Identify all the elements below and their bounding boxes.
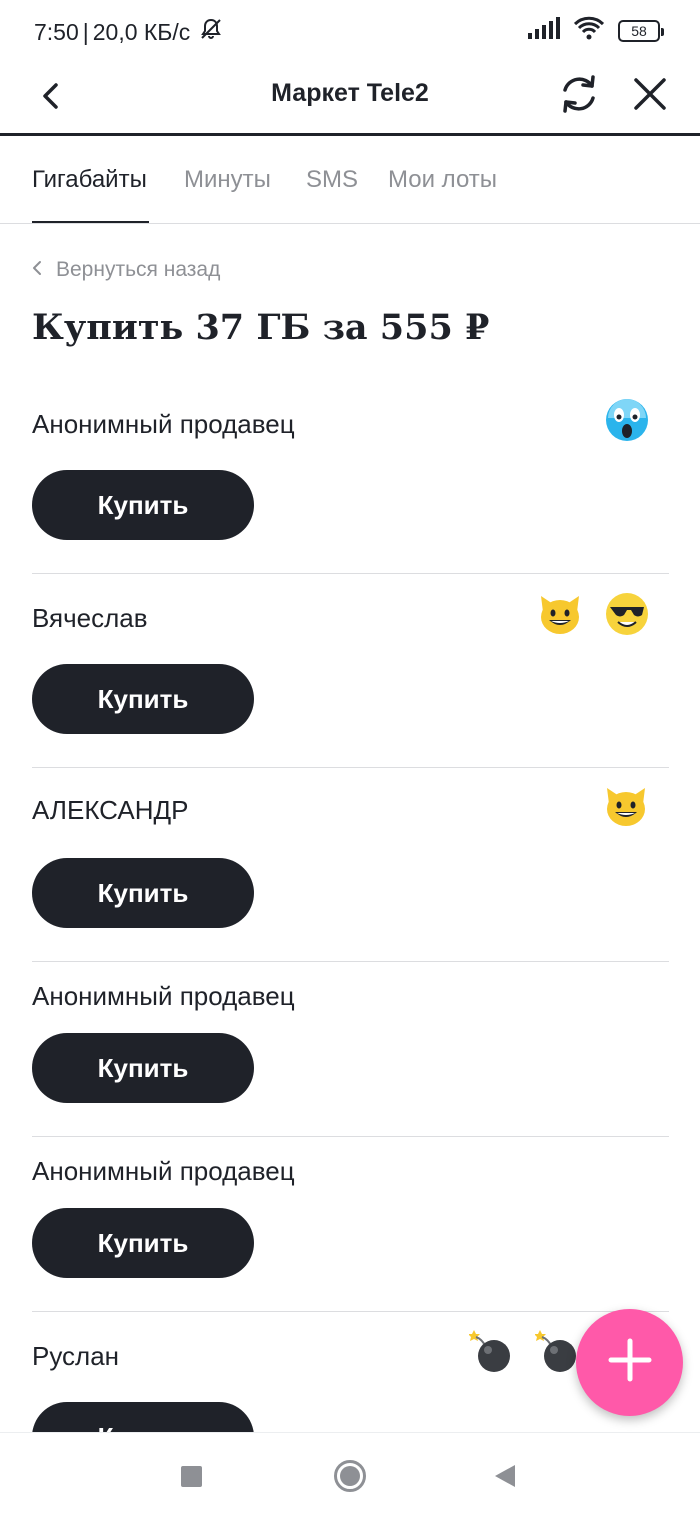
status-time: 7:50	[34, 18, 79, 45]
mute-bell-icon	[198, 17, 224, 47]
buy-button[interactable]: Купить	[32, 858, 254, 928]
seller-emojis	[537, 592, 649, 641]
add-lot-button[interactable]	[576, 1309, 683, 1416]
seller-name: АЛЕКСАНДР	[32, 795, 189, 825]
status-left: 7:50 | 20,0 КБ/с	[34, 17, 224, 47]
buy-button[interactable]: Купить	[32, 470, 254, 540]
back-link[interactable]: Вернуться назад	[32, 258, 220, 282]
status-network-speed: 20,0 КБ/с	[92, 18, 191, 45]
tab-minutes[interactable]: Минуты	[184, 165, 271, 195]
seller-row: Анонимный продавец Купить	[32, 386, 669, 574]
grinning-cat-icon	[603, 784, 649, 833]
seller-emojis	[468, 1328, 579, 1379]
bomb-icon	[534, 1328, 579, 1379]
close-button[interactable]	[626, 72, 674, 120]
close-icon	[633, 77, 667, 116]
seller-emojis	[603, 784, 649, 833]
tab-sms[interactable]: SMS	[306, 165, 358, 195]
recent-apps-icon[interactable]	[181, 1466, 202, 1487]
seller-row: Анонимный продавец Купить	[32, 962, 669, 1137]
seller-name: Анонимный продавец	[32, 409, 295, 439]
buy-button[interactable]: Купить	[32, 664, 254, 734]
tab-gigabytes[interactable]: Гигабайты	[32, 165, 147, 195]
seller-name: Руслан	[32, 1341, 120, 1371]
system-nav-bar	[0, 1432, 700, 1517]
status-separator: |	[82, 18, 89, 45]
refresh-icon	[557, 72, 601, 121]
status-right: 58	[528, 16, 664, 45]
buy-button[interactable]: Купить	[32, 1208, 254, 1278]
page-title: Купить 37 ГБ за 555 ₽	[32, 307, 490, 348]
seller-row: Вячеслав Купить	[32, 574, 669, 768]
seller-emojis	[605, 398, 649, 447]
cool-face-icon	[605, 592, 649, 641]
system-back-icon[interactable]	[495, 1465, 515, 1487]
seller-row: Руслан Купить	[32, 1312, 669, 1432]
seller-name: Вячеслав	[32, 603, 148, 633]
back-link-label: Вернуться назад	[56, 258, 221, 281]
buy-button[interactable]: Купить	[32, 1033, 254, 1103]
bomb-icon	[468, 1328, 513, 1379]
grinning-cat-icon	[537, 592, 583, 641]
tab-my-lots[interactable]: Мои лоты	[388, 165, 497, 195]
active-tab-indicator	[32, 221, 149, 223]
app-header: Маркет Tele2	[0, 64, 700, 136]
chevron-left-icon	[32, 258, 42, 282]
tabs: Гигабайты Минуты SMS Мои лоты	[0, 139, 700, 224]
plus-icon	[605, 1335, 655, 1390]
scream-face-icon	[605, 398, 649, 447]
status-bar: 7:50 | 20,0 КБ/с 58	[0, 0, 700, 64]
seller-row: АЛЕКСАНДР Купить	[32, 768, 669, 962]
wifi-icon	[573, 16, 605, 45]
refresh-button[interactable]	[555, 72, 603, 120]
signal-icon	[528, 17, 560, 44]
seller-name: Анонимный продавец	[32, 1156, 295, 1186]
seller-row: Анонимный продавец Купить	[32, 1137, 669, 1312]
battery-icon: 58	[618, 19, 664, 42]
buy-button[interactable]: Купить	[32, 1402, 254, 1432]
home-icon[interactable]	[334, 1460, 366, 1492]
seller-name: Анонимный продавец	[32, 981, 295, 1011]
